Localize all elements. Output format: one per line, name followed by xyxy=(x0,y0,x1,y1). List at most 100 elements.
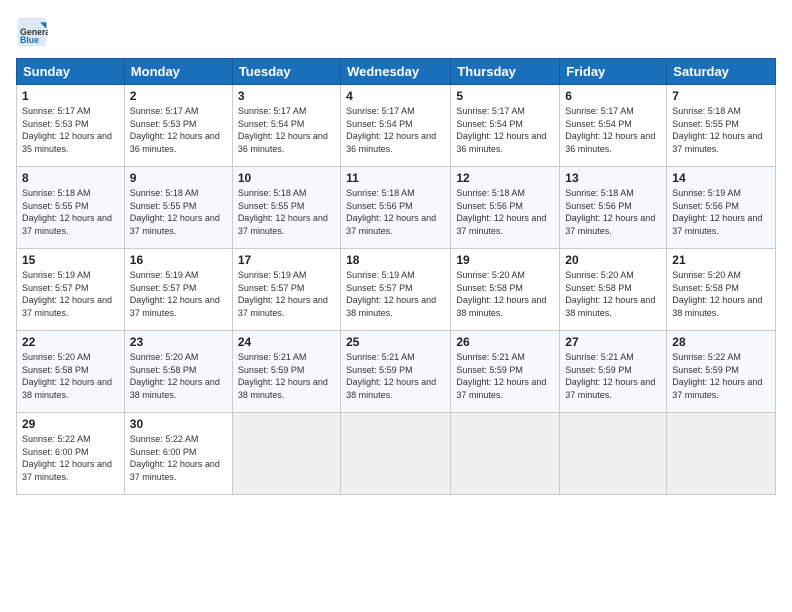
calendar-cell: 5 Sunrise: 5:17 AMSunset: 5:54 PMDayligh… xyxy=(451,85,560,167)
calendar-cell xyxy=(232,413,340,495)
calendar-cell: 11 Sunrise: 5:18 AMSunset: 5:56 PMDaylig… xyxy=(341,167,451,249)
day-number: 3 xyxy=(238,89,335,103)
cell-text: Sunrise: 5:19 AMSunset: 5:57 PMDaylight:… xyxy=(346,270,436,318)
cell-text: Sunrise: 5:21 AMSunset: 5:59 PMDaylight:… xyxy=(238,352,328,400)
cell-text: Sunrise: 5:17 AMSunset: 5:54 PMDaylight:… xyxy=(565,106,655,154)
logo: General Blue xyxy=(16,16,52,48)
day-number: 2 xyxy=(130,89,227,103)
cell-text: Sunrise: 5:20 AMSunset: 5:58 PMDaylight:… xyxy=(456,270,546,318)
calendar-cell: 23 Sunrise: 5:20 AMSunset: 5:58 PMDaylig… xyxy=(124,331,232,413)
cell-text: Sunrise: 5:18 AMSunset: 5:56 PMDaylight:… xyxy=(565,188,655,236)
day-number: 1 xyxy=(22,89,119,103)
calendar-cell xyxy=(560,413,667,495)
cell-text: Sunrise: 5:17 AMSunset: 5:54 PMDaylight:… xyxy=(346,106,436,154)
cell-text: Sunrise: 5:22 AMSunset: 6:00 PMDaylight:… xyxy=(22,434,112,482)
day-number: 10 xyxy=(238,171,335,185)
day-number: 18 xyxy=(346,253,445,267)
cell-text: Sunrise: 5:20 AMSunset: 5:58 PMDaylight:… xyxy=(22,352,112,400)
cell-text: Sunrise: 5:18 AMSunset: 5:55 PMDaylight:… xyxy=(130,188,220,236)
day-number: 13 xyxy=(565,171,661,185)
day-number: 6 xyxy=(565,89,661,103)
day-number: 22 xyxy=(22,335,119,349)
calendar-week-row: 1 Sunrise: 5:17 AMSunset: 5:53 PMDayligh… xyxy=(17,85,776,167)
cell-text: Sunrise: 5:18 AMSunset: 5:56 PMDaylight:… xyxy=(346,188,436,236)
day-number: 7 xyxy=(672,89,770,103)
col-tuesday: Tuesday xyxy=(232,59,340,85)
day-number: 8 xyxy=(22,171,119,185)
calendar-cell: 7 Sunrise: 5:18 AMSunset: 5:55 PMDayligh… xyxy=(667,85,776,167)
calendar-cell: 13 Sunrise: 5:18 AMSunset: 5:56 PMDaylig… xyxy=(560,167,667,249)
col-sunday: Sunday xyxy=(17,59,125,85)
cell-text: Sunrise: 5:19 AMSunset: 5:56 PMDaylight:… xyxy=(672,188,762,236)
day-number: 23 xyxy=(130,335,227,349)
calendar-week-row: 8 Sunrise: 5:18 AMSunset: 5:55 PMDayligh… xyxy=(17,167,776,249)
day-number: 5 xyxy=(456,89,554,103)
calendar-cell xyxy=(667,413,776,495)
cell-text: Sunrise: 5:22 AMSunset: 6:00 PMDaylight:… xyxy=(130,434,220,482)
calendar-cell: 24 Sunrise: 5:21 AMSunset: 5:59 PMDaylig… xyxy=(232,331,340,413)
calendar-cell: 4 Sunrise: 5:17 AMSunset: 5:54 PMDayligh… xyxy=(341,85,451,167)
day-number: 27 xyxy=(565,335,661,349)
cell-text: Sunrise: 5:17 AMSunset: 5:53 PMDaylight:… xyxy=(22,106,112,154)
cell-text: Sunrise: 5:18 AMSunset: 5:55 PMDaylight:… xyxy=(22,188,112,236)
col-monday: Monday xyxy=(124,59,232,85)
calendar-cell: 12 Sunrise: 5:18 AMSunset: 5:56 PMDaylig… xyxy=(451,167,560,249)
calendar-cell: 26 Sunrise: 5:21 AMSunset: 5:59 PMDaylig… xyxy=(451,331,560,413)
svg-text:Blue: Blue xyxy=(20,35,39,45)
day-number: 24 xyxy=(238,335,335,349)
day-number: 16 xyxy=(130,253,227,267)
day-number: 20 xyxy=(565,253,661,267)
cell-text: Sunrise: 5:19 AMSunset: 5:57 PMDaylight:… xyxy=(22,270,112,318)
cell-text: Sunrise: 5:19 AMSunset: 5:57 PMDaylight:… xyxy=(238,270,328,318)
day-number: 25 xyxy=(346,335,445,349)
day-number: 9 xyxy=(130,171,227,185)
calendar-cell xyxy=(341,413,451,495)
cell-text: Sunrise: 5:17 AMSunset: 5:54 PMDaylight:… xyxy=(456,106,546,154)
col-wednesday: Wednesday xyxy=(341,59,451,85)
cell-text: Sunrise: 5:17 AMSunset: 5:53 PMDaylight:… xyxy=(130,106,220,154)
cell-text: Sunrise: 5:20 AMSunset: 5:58 PMDaylight:… xyxy=(565,270,655,318)
day-number: 21 xyxy=(672,253,770,267)
cell-text: Sunrise: 5:18 AMSunset: 5:55 PMDaylight:… xyxy=(672,106,762,154)
cell-text: Sunrise: 5:21 AMSunset: 5:59 PMDaylight:… xyxy=(565,352,655,400)
day-number: 30 xyxy=(130,417,227,431)
day-number: 14 xyxy=(672,171,770,185)
calendar-cell: 10 Sunrise: 5:18 AMSunset: 5:55 PMDaylig… xyxy=(232,167,340,249)
calendar-cell: 21 Sunrise: 5:20 AMSunset: 5:58 PMDaylig… xyxy=(667,249,776,331)
calendar-cell: 22 Sunrise: 5:20 AMSunset: 5:58 PMDaylig… xyxy=(17,331,125,413)
day-number: 28 xyxy=(672,335,770,349)
calendar-cell: 1 Sunrise: 5:17 AMSunset: 5:53 PMDayligh… xyxy=(17,85,125,167)
calendar-page: General Blue Sunday Monday Tuesday Wedne… xyxy=(0,0,792,612)
cell-text: Sunrise: 5:20 AMSunset: 5:58 PMDaylight:… xyxy=(672,270,762,318)
calendar-cell: 6 Sunrise: 5:17 AMSunset: 5:54 PMDayligh… xyxy=(560,85,667,167)
cell-text: Sunrise: 5:21 AMSunset: 5:59 PMDaylight:… xyxy=(456,352,546,400)
cell-text: Sunrise: 5:20 AMSunset: 5:58 PMDaylight:… xyxy=(130,352,220,400)
cell-text: Sunrise: 5:17 AMSunset: 5:54 PMDaylight:… xyxy=(238,106,328,154)
logo-icon: General Blue xyxy=(16,16,48,48)
calendar-cell: 18 Sunrise: 5:19 AMSunset: 5:57 PMDaylig… xyxy=(341,249,451,331)
col-friday: Friday xyxy=(560,59,667,85)
col-thursday: Thursday xyxy=(451,59,560,85)
calendar-header-row: Sunday Monday Tuesday Wednesday Thursday… xyxy=(17,59,776,85)
calendar-cell: 8 Sunrise: 5:18 AMSunset: 5:55 PMDayligh… xyxy=(17,167,125,249)
calendar-cell: 28 Sunrise: 5:22 AMSunset: 5:59 PMDaylig… xyxy=(667,331,776,413)
calendar-cell: 29 Sunrise: 5:22 AMSunset: 6:00 PMDaylig… xyxy=(17,413,125,495)
calendar-cell: 19 Sunrise: 5:20 AMSunset: 5:58 PMDaylig… xyxy=(451,249,560,331)
cell-text: Sunrise: 5:21 AMSunset: 5:59 PMDaylight:… xyxy=(346,352,436,400)
calendar-cell: 16 Sunrise: 5:19 AMSunset: 5:57 PMDaylig… xyxy=(124,249,232,331)
calendar-cell: 17 Sunrise: 5:19 AMSunset: 5:57 PMDaylig… xyxy=(232,249,340,331)
cell-text: Sunrise: 5:18 AMSunset: 5:56 PMDaylight:… xyxy=(456,188,546,236)
header: General Blue xyxy=(16,16,776,48)
day-number: 15 xyxy=(22,253,119,267)
day-number: 26 xyxy=(456,335,554,349)
calendar-cell: 20 Sunrise: 5:20 AMSunset: 5:58 PMDaylig… xyxy=(560,249,667,331)
day-number: 4 xyxy=(346,89,445,103)
day-number: 11 xyxy=(346,171,445,185)
calendar-cell: 25 Sunrise: 5:21 AMSunset: 5:59 PMDaylig… xyxy=(341,331,451,413)
calendar-table: Sunday Monday Tuesday Wednesday Thursday… xyxy=(16,58,776,495)
calendar-cell: 27 Sunrise: 5:21 AMSunset: 5:59 PMDaylig… xyxy=(560,331,667,413)
day-number: 17 xyxy=(238,253,335,267)
day-number: 19 xyxy=(456,253,554,267)
calendar-week-row: 15 Sunrise: 5:19 AMSunset: 5:57 PMDaylig… xyxy=(17,249,776,331)
calendar-week-row: 22 Sunrise: 5:20 AMSunset: 5:58 PMDaylig… xyxy=(17,331,776,413)
